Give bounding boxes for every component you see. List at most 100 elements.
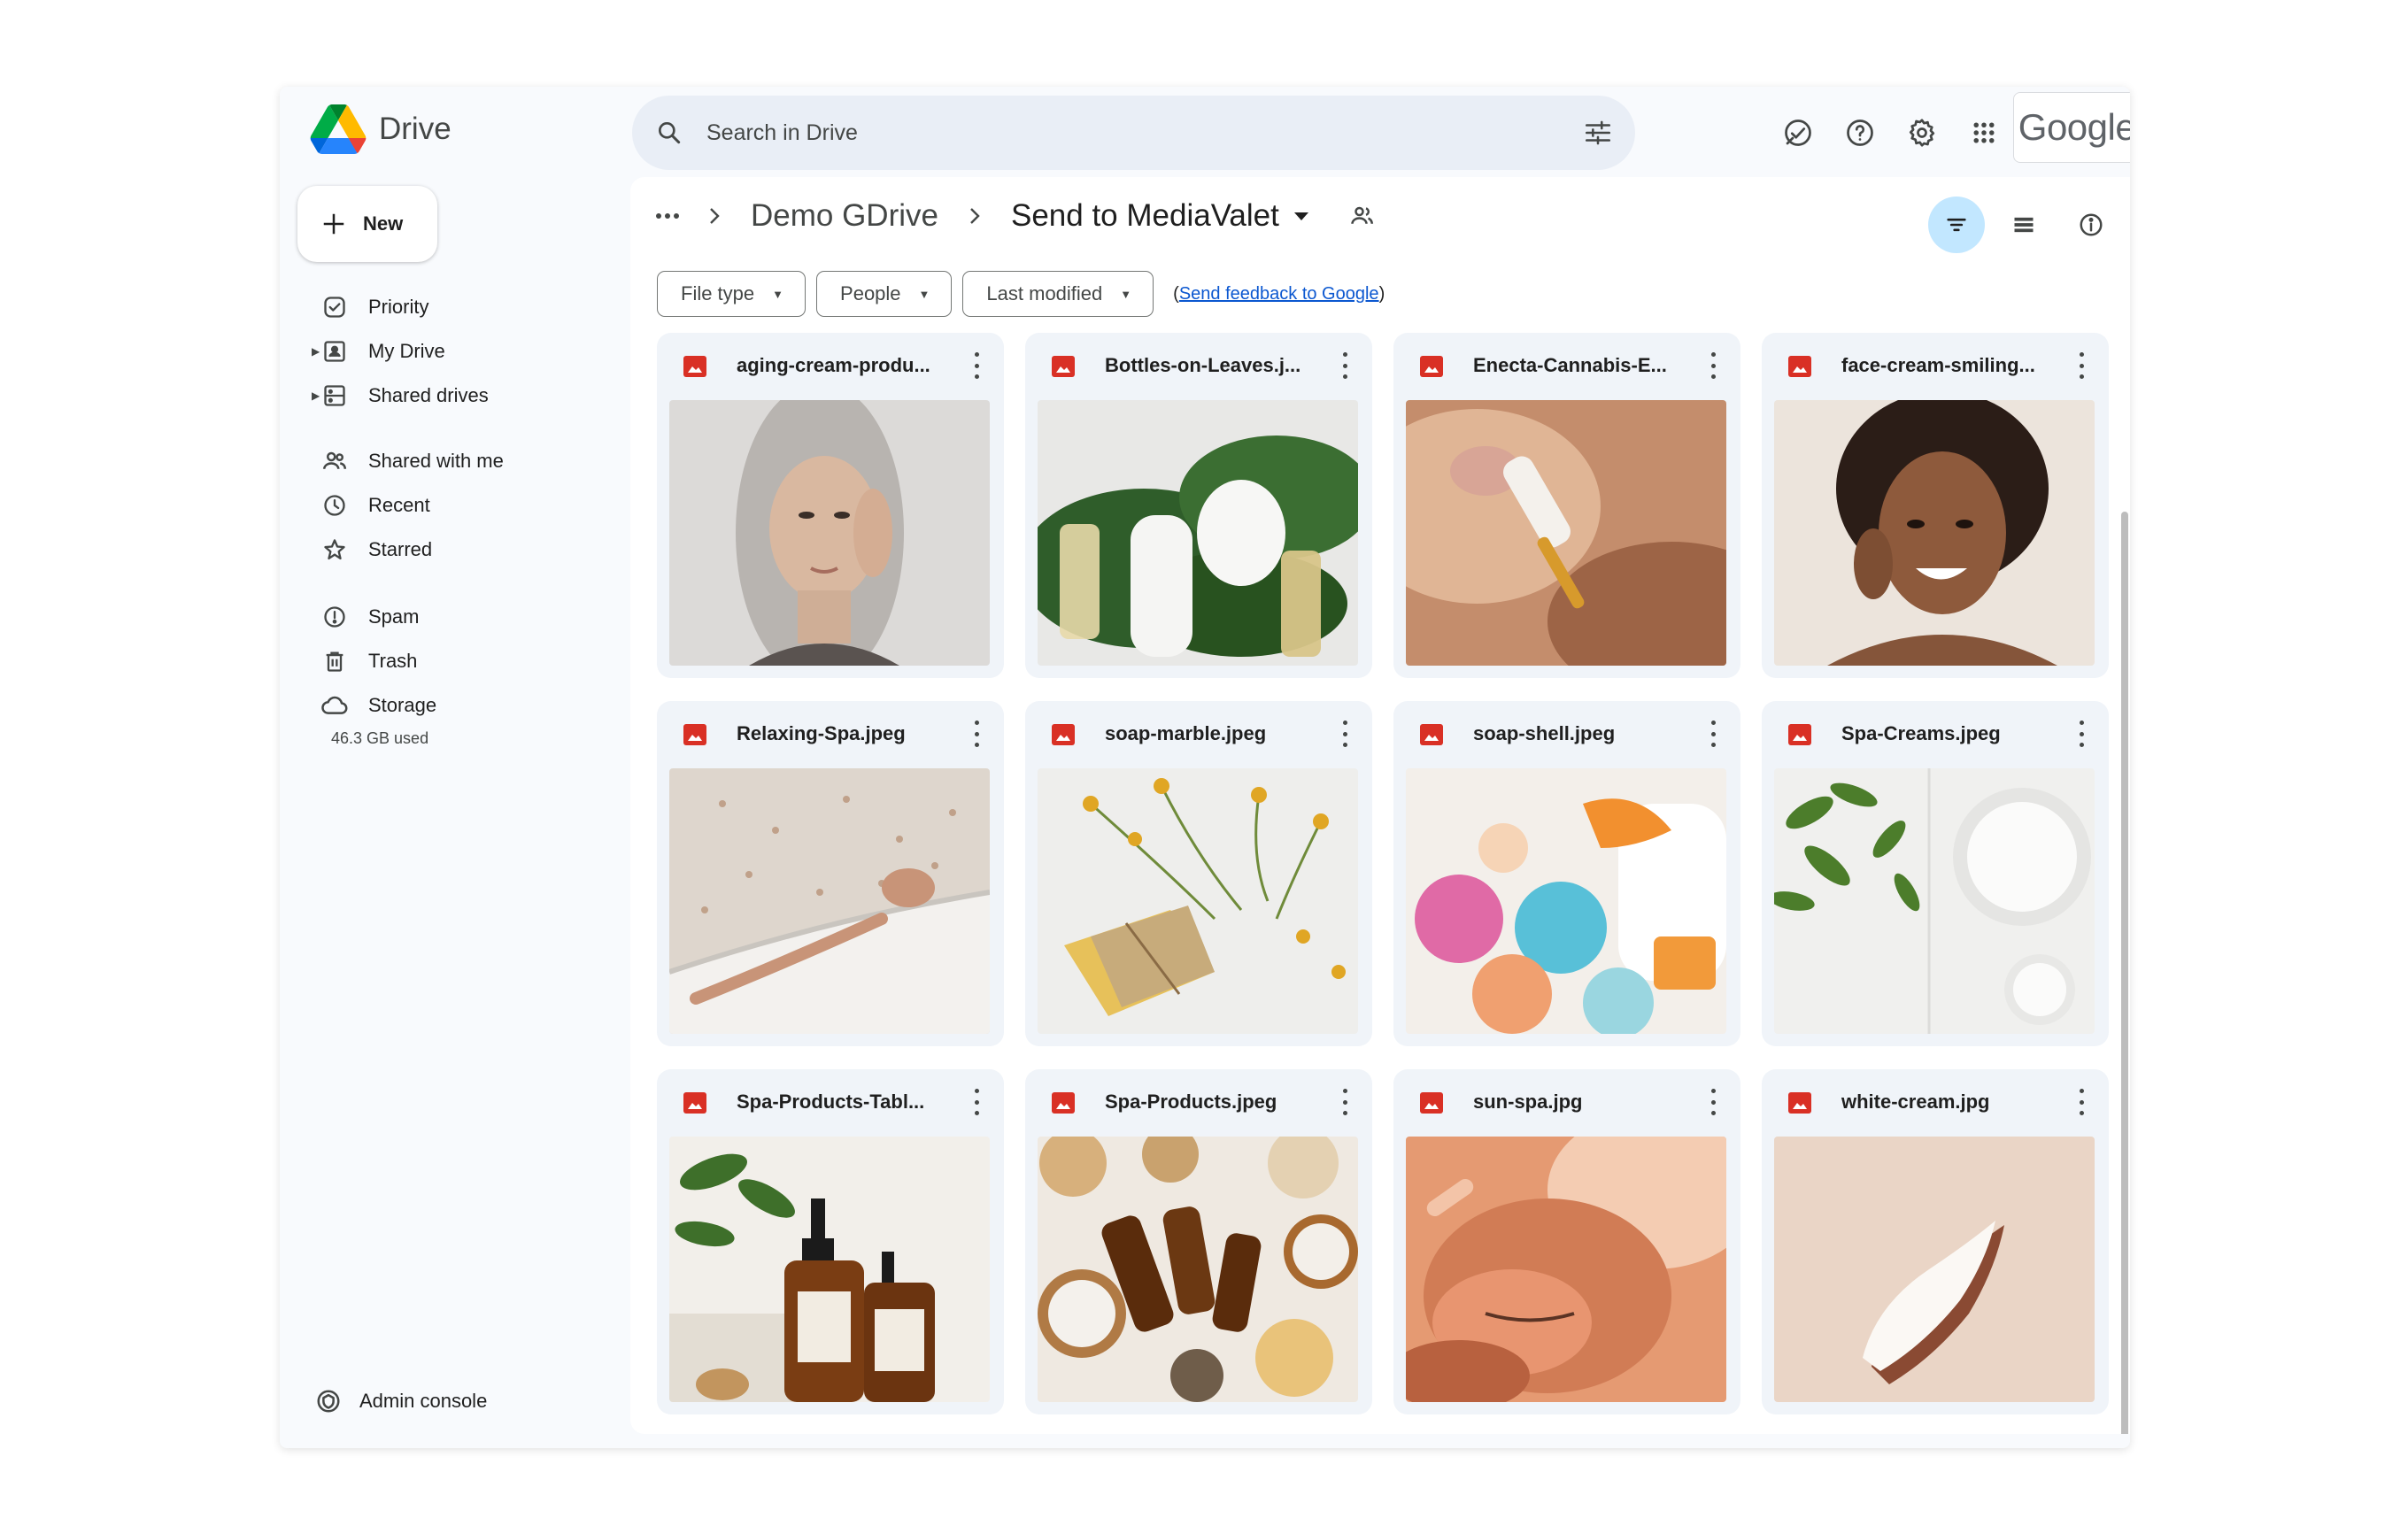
chip-label: People bbox=[840, 282, 901, 304]
image-file-icon bbox=[1052, 724, 1075, 745]
breadcrumb-current[interactable]: Send to MediaValet bbox=[999, 198, 1322, 234]
view-controls bbox=[1928, 197, 2130, 253]
clock-icon bbox=[319, 489, 351, 521]
last-modified-filter[interactable]: Last modified ▼ bbox=[962, 271, 1154, 317]
file-card[interactable]: Spa-Products-Tabl... bbox=[657, 1069, 1004, 1414]
thumbnail-bottles-leaves[interactable] bbox=[1038, 400, 1358, 666]
google-account-logo[interactable]: Google bbox=[2013, 92, 2130, 163]
trash-icon bbox=[319, 645, 351, 677]
file-card[interactable]: Spa-Products.jpeg bbox=[1025, 1069, 1372, 1414]
sidebar-item-shared-drives[interactable]: ▶ Shared drives bbox=[280, 374, 616, 418]
thumbnail-woman-gray-hair[interactable] bbox=[669, 400, 990, 666]
sidebar-item-spam[interactable]: Spam bbox=[280, 595, 616, 639]
send-feedback-link[interactable]: Send feedback to Google bbox=[1179, 284, 1379, 304]
file-card[interactable]: Bottles-on-Leaves.j... bbox=[1025, 333, 1372, 678]
thumbnail-spa-flatlay[interactable] bbox=[1038, 1137, 1358, 1402]
image-file-icon bbox=[1420, 356, 1443, 377]
thumbnail-sun-spa[interactable] bbox=[1406, 1137, 1726, 1402]
filter-icon bbox=[1947, 218, 1966, 232]
more-vert-icon[interactable] bbox=[972, 352, 981, 379]
new-button-label: New bbox=[363, 212, 404, 235]
sidebar-item-recent[interactable]: Recent bbox=[280, 483, 616, 528]
more-vert-icon[interactable] bbox=[972, 721, 981, 747]
more-vert-icon[interactable] bbox=[1340, 1089, 1349, 1115]
dropdown-arrow-icon: ▼ bbox=[918, 287, 930, 301]
thumbnail-creams-leaves[interactable] bbox=[1774, 768, 2095, 1034]
more-vert-icon[interactable] bbox=[1709, 352, 1717, 379]
image-file-icon bbox=[1788, 724, 1811, 745]
file-card[interactable]: soap-marble.jpeg bbox=[1025, 701, 1372, 1046]
more-horiz-icon[interactable] bbox=[644, 212, 691, 220]
thumbnail-smiling-woman[interactable] bbox=[1774, 400, 2095, 666]
image-file-icon bbox=[683, 724, 706, 745]
image-file-icon bbox=[1420, 1092, 1443, 1114]
storage-used-text: 46.3 GB used bbox=[331, 729, 429, 747]
scrollbar[interactable] bbox=[2121, 512, 2128, 1434]
admin-console-link[interactable]: Admin console bbox=[315, 1388, 487, 1414]
image-file-icon bbox=[1788, 1092, 1811, 1114]
image-file-icon bbox=[1788, 356, 1811, 377]
file-card[interactable]: sun-spa.jpg bbox=[1393, 1069, 1740, 1414]
sidebar-item-trash[interactable]: Trash bbox=[280, 639, 616, 683]
file-name: Spa-Products-Tabl... bbox=[737, 1091, 925, 1113]
sidebar-item-priority[interactable]: Priority bbox=[280, 285, 616, 329]
more-vert-icon[interactable] bbox=[972, 1089, 981, 1115]
sidebar-item-label: Shared drives bbox=[368, 384, 489, 406]
drive-logo[interactable]: Drive bbox=[310, 104, 452, 154]
shared-folder-icon[interactable] bbox=[1348, 203, 1375, 229]
file-type-filter[interactable]: File type ▼ bbox=[657, 271, 807, 317]
file-name: soap-marble.jpeg bbox=[1105, 722, 1267, 744]
sidebar-item-label: My Drive bbox=[368, 340, 445, 362]
more-vert-icon[interactable] bbox=[1709, 1089, 1717, 1115]
file-name: Spa-Products.jpeg bbox=[1105, 1091, 1277, 1113]
list-view-button[interactable] bbox=[1995, 197, 2052, 253]
more-vert-icon[interactable] bbox=[2077, 352, 2086, 379]
app-name: Drive bbox=[379, 112, 452, 146]
file-card[interactable]: soap-shell.jpeg bbox=[1393, 701, 1740, 1046]
file-card[interactable]: aging-cream-produ... bbox=[657, 333, 1004, 678]
help-icon[interactable] bbox=[1829, 106, 1891, 159]
thumbnail-cream-smear[interactable] bbox=[1774, 1137, 2095, 1402]
sidebar-item-my-drive[interactable]: ▶ My Drive bbox=[280, 329, 616, 374]
file-name: face-cream-smiling... bbox=[1841, 354, 2035, 376]
offline-ready-icon[interactable] bbox=[1767, 106, 1829, 159]
thumbnail-dropper[interactable] bbox=[1406, 400, 1726, 666]
file-card[interactable]: Relaxing-Spa.jpeg bbox=[657, 701, 1004, 1046]
filter-toggle-button[interactable] bbox=[1928, 197, 1985, 253]
more-vert-icon[interactable] bbox=[2077, 1089, 2086, 1115]
breadcrumb-current-label: Send to MediaValet bbox=[1010, 198, 1279, 233]
chevron-right-icon bbox=[951, 206, 999, 226]
sidebar-item-shared-with-me[interactable]: Shared with me bbox=[280, 439, 616, 483]
breadcrumb-root[interactable]: Demo GDrive bbox=[738, 198, 951, 234]
thumbnail-soap-flowers[interactable] bbox=[1038, 768, 1358, 1034]
file-card[interactable]: Enecta-Cannabis-E... bbox=[1393, 333, 1740, 678]
apps-grid-icon[interactable] bbox=[1953, 106, 2015, 159]
search-bar[interactable]: Search in Drive bbox=[632, 96, 1635, 170]
thumbnail-bath-bombs[interactable] bbox=[1406, 768, 1726, 1034]
more-vert-icon[interactable] bbox=[1340, 721, 1349, 747]
file-card[interactable]: Spa-Creams.jpeg bbox=[1762, 701, 2109, 1046]
more-vert-icon[interactable] bbox=[2077, 721, 2086, 747]
people-filter[interactable]: People ▼ bbox=[816, 271, 953, 317]
search-input[interactable]: Search in Drive bbox=[706, 120, 1561, 146]
search-icon[interactable] bbox=[632, 119, 706, 147]
file-name: white-cream.jpg bbox=[1841, 1091, 1990, 1113]
search-options-icon[interactable] bbox=[1561, 118, 1635, 148]
settings-icon[interactable] bbox=[1891, 106, 1953, 159]
more-vert-icon[interactable] bbox=[1340, 352, 1349, 379]
sidebar-item-starred[interactable]: Starred bbox=[280, 528, 616, 572]
chevron-right-icon bbox=[691, 206, 738, 226]
file-card[interactable]: face-cream-smiling... bbox=[1762, 333, 2109, 678]
details-button[interactable] bbox=[2063, 197, 2119, 253]
feedback-paren-open: ( bbox=[1173, 283, 1179, 304]
dropdown-arrow-icon: ▼ bbox=[1120, 287, 1132, 301]
file-card[interactable]: white-cream.jpg bbox=[1762, 1069, 2109, 1414]
feedback-paren-close: ) bbox=[1378, 283, 1385, 304]
my-drive-icon bbox=[319, 335, 351, 367]
sidebar-item-storage[interactable]: Storage bbox=[280, 683, 616, 728]
more-vert-icon[interactable] bbox=[1709, 721, 1717, 747]
thumbnail-amber-bottles[interactable] bbox=[669, 1137, 990, 1402]
new-button[interactable]: New bbox=[297, 186, 437, 262]
thumbnail-bath[interactable] bbox=[669, 768, 990, 1034]
cloud-icon bbox=[319, 690, 351, 721]
